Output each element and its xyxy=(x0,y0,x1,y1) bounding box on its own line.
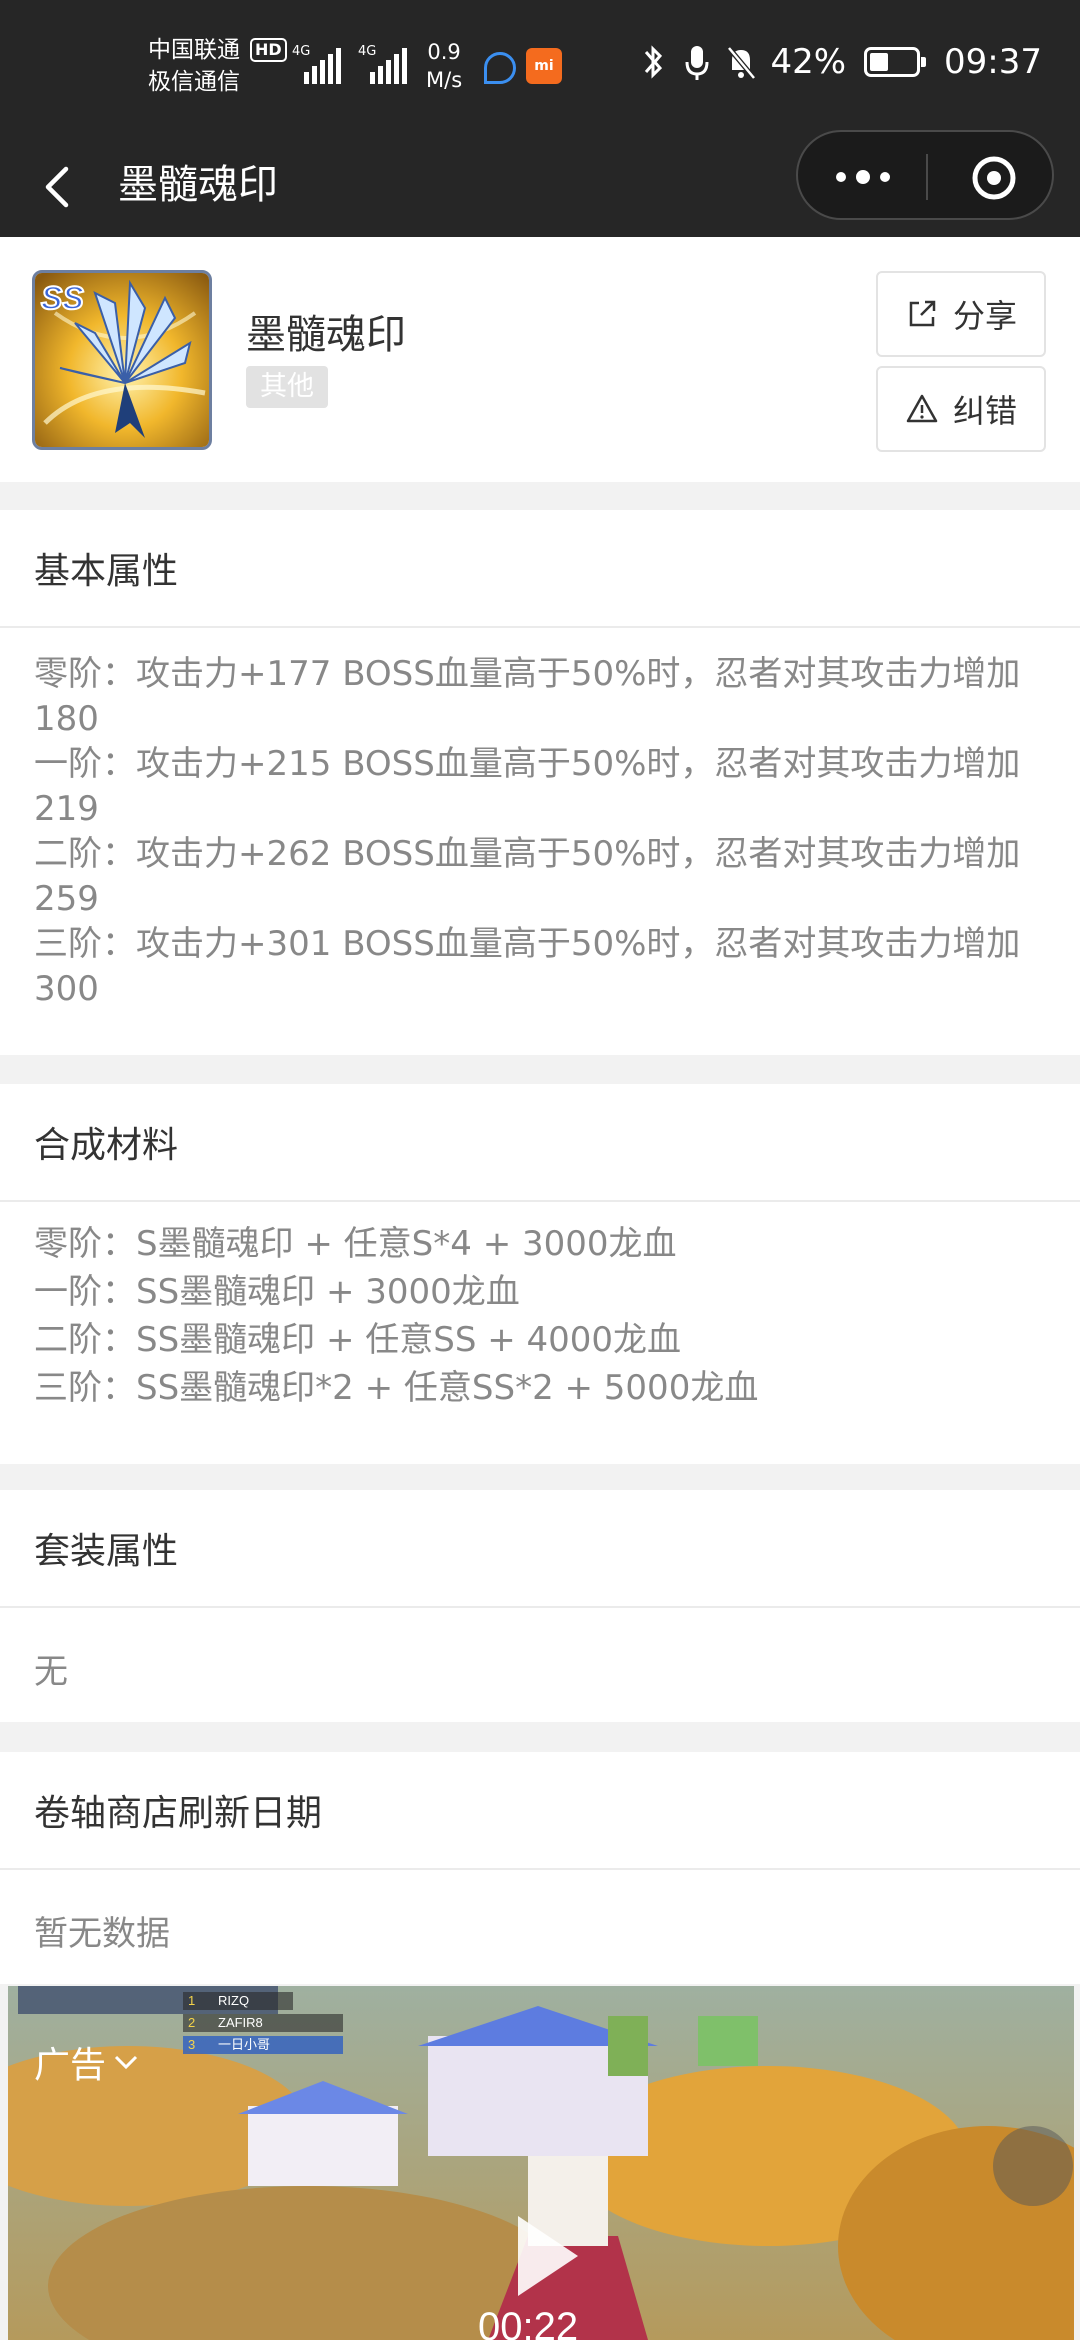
set-value: 无 xyxy=(34,1652,68,1692)
set-attributes-card: 套装属性 无 xyxy=(0,1490,1080,1722)
list-item: 300 xyxy=(34,969,99,1009)
share-icon xyxy=(909,300,936,327)
list-item: 259 xyxy=(34,879,99,919)
status-bar: 中国联通 极信通信 HD 4G 4G 0.9 M/s mi 42% 09:37 xyxy=(0,0,1080,135)
ad-thumbnail: 1 2 3 RIZQ ZAFIR8 一日小哥 00:22 xyxy=(8,1986,1074,2340)
mute-bell-icon xyxy=(727,46,757,80)
battery-icon xyxy=(864,47,927,77)
list-item: 零阶：S墨髓魂印 + 任意S*4 + 3000龙血 xyxy=(34,1224,677,1264)
list-item: 一阶：攻击力+215 BOSS血量高于50%时，忍者对其攻击力增加 xyxy=(34,744,1021,784)
rank-number: 3 xyxy=(188,2037,195,2052)
ad-label: 广告 xyxy=(34,2045,107,2086)
close-circle-icon[interactable] xyxy=(970,154,1018,202)
report-label: 纠错 xyxy=(952,392,1017,430)
ad-video[interactable]: 1 2 3 RIZQ ZAFIR8 一日小哥 00:22 广告 xyxy=(8,1986,1074,2340)
item-image: SS xyxy=(32,270,212,450)
signal-icon-2: 4G xyxy=(358,44,407,84)
share-label: 分享 xyxy=(952,297,1017,335)
section-title: 基本属性 xyxy=(0,510,1080,628)
basic-attributes-card: 基本属性 零阶：攻击力+177 BOSS血量高于50%时，忍者对其攻击力增加 1… xyxy=(0,510,1080,1055)
player-name: 一日小哥 xyxy=(218,2037,270,2052)
mi-app-icon: mi xyxy=(526,48,562,84)
bluetooth-icon xyxy=(645,45,663,79)
ss-badge: SS xyxy=(41,280,84,316)
hd-badge: HD xyxy=(250,38,287,62)
list-item: 二阶：SS墨髓魂印 + 任意SS + 4000龙血 xyxy=(34,1320,682,1360)
section-title: 套装属性 xyxy=(0,1490,1080,1608)
rank-number: 2 xyxy=(188,2015,195,2030)
materials-list: 零阶：S墨髓魂印 + 任意S*4 + 3000龙血 一阶：SS墨髓魂印 + 30… xyxy=(0,1202,1080,1412)
microphone-icon xyxy=(685,46,709,80)
more-icon[interactable] xyxy=(828,160,898,194)
headset-app-icon xyxy=(484,52,516,84)
player-name: RIZQ xyxy=(218,1993,249,2008)
status-right: 42% 09:37 xyxy=(638,42,1042,82)
report-error-button[interactable]: 纠错 xyxy=(876,366,1046,452)
section-title: 合成材料 xyxy=(0,1084,1080,1202)
rank-number: 1 xyxy=(188,1993,195,2008)
battery-percent: 42% xyxy=(770,42,847,82)
list-item: 二阶：攻击力+262 BOSS血量高于50%时，忍者对其攻击力增加 xyxy=(34,834,1021,874)
item-name: 墨髓魂印 xyxy=(246,312,406,358)
page-title: 墨髓魂印 xyxy=(118,162,278,208)
scroll-shop-card: 卷轴商店刷新日期 暂无数据 xyxy=(0,1752,1080,1984)
carrier-secondary: 极信通信 xyxy=(148,69,240,95)
clock: 09:37 xyxy=(944,42,1042,82)
soul-seal-icon: SS xyxy=(35,273,209,447)
ad-label-button[interactable]: 广告 xyxy=(34,2036,140,2088)
carrier-info: 中国联通 极信通信 xyxy=(148,34,240,98)
list-item: 180 xyxy=(34,699,99,739)
materials-card: 合成材料 零阶：S墨髓魂印 + 任意S*4 + 3000龙血 一阶：SS墨髓魂印… xyxy=(0,1084,1080,1464)
list-item: 三阶：攻击力+301 BOSS血量高于50%时，忍者对其攻击力增加 xyxy=(34,924,1021,964)
list-item: 219 xyxy=(34,789,99,829)
chevron-down-icon xyxy=(114,2055,138,2070)
warning-icon xyxy=(906,394,938,423)
share-button[interactable]: 分享 xyxy=(876,271,1046,357)
back-arrow-icon[interactable] xyxy=(38,165,78,209)
list-item: 零阶：攻击力+177 BOSS血量高于50%时，忍者对其攻击力增加 xyxy=(34,654,1021,694)
list-item: 三阶：SS墨髓魂印*2 + 任意SS*2 + 5000龙血 xyxy=(34,1368,759,1408)
video-timer: 00:22 xyxy=(478,2305,578,2340)
section-title: 卷轴商店刷新日期 xyxy=(0,1752,1080,1870)
player-name: ZAFIR8 xyxy=(218,2015,263,2030)
scroll-shop-value: 暂无数据 xyxy=(34,1914,170,1954)
list-item: 一阶：SS墨髓魂印 + 3000龙血 xyxy=(34,1272,520,1312)
attribute-list: 零阶：攻击力+177 BOSS血量高于50%时，忍者对其攻击力增加 180 一阶… xyxy=(0,628,1080,1012)
network-speed: 0.9 M/s xyxy=(426,40,463,92)
signal-icon: 4G xyxy=(292,44,341,84)
mini-program-capsule xyxy=(796,130,1054,220)
carrier-primary: 中国联通 xyxy=(148,37,240,63)
category-tag: 其他 xyxy=(246,366,328,408)
